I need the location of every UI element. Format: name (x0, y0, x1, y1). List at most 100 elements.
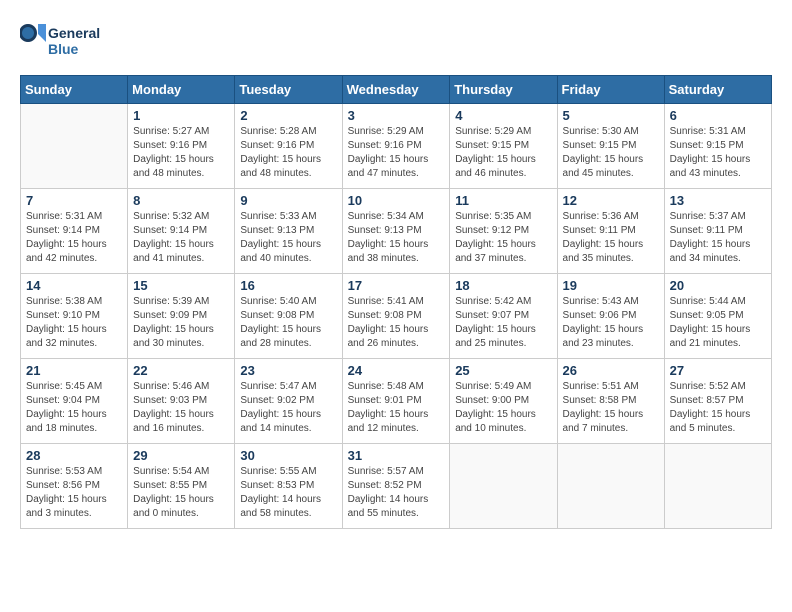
day-number: 8 (133, 193, 229, 208)
day-number: 26 (563, 363, 659, 378)
calendar-day-cell: 26 Sunrise: 5:51 AM Sunset: 8:58 PM Dayli… (557, 359, 664, 444)
calendar-day-cell: 3 Sunrise: 5:29 AM Sunset: 9:16 PM Daylig… (342, 104, 450, 189)
day-info: Sunrise: 5:32 AM Sunset: 9:14 PM Dayligh… (133, 210, 229, 266)
logo: General Blue (20, 20, 110, 65)
logo-svg: General Blue (20, 20, 110, 65)
day-info: Sunrise: 5:31 AM Sunset: 9:14 PM Dayligh… (26, 210, 122, 266)
day-info: Sunrise: 5:27 AM Sunset: 9:16 PM Dayligh… (133, 125, 229, 181)
calendar-day-header: Tuesday (235, 76, 342, 104)
calendar-day-cell: 14 Sunrise: 5:38 AM Sunset: 9:10 PM Dayli… (21, 274, 128, 359)
day-number: 23 (240, 363, 336, 378)
day-number: 28 (26, 448, 122, 463)
day-number: 21 (26, 363, 122, 378)
calendar-day-cell: 4 Sunrise: 5:29 AM Sunset: 9:15 PM Daylig… (450, 104, 557, 189)
calendar-day-header: Monday (128, 76, 235, 104)
calendar-day-cell: 29 Sunrise: 5:54 AM Sunset: 8:55 PM Dayli… (128, 444, 235, 529)
day-info: Sunrise: 5:52 AM Sunset: 8:57 PM Dayligh… (670, 380, 766, 436)
calendar-day-cell: 20 Sunrise: 5:44 AM Sunset: 9:05 PM Dayli… (664, 274, 771, 359)
day-number: 24 (348, 363, 445, 378)
day-info: Sunrise: 5:38 AM Sunset: 9:10 PM Dayligh… (26, 295, 122, 351)
calendar-day-cell: 12Sunrise: 5:36 AM Sunset: 9:11 PM Dayli… (557, 189, 664, 274)
day-info: Sunrise: 5:51 AM Sunset: 8:58 PM Dayligh… (563, 380, 659, 436)
calendar-day-cell: 11Sunrise: 5:35 AM Sunset: 9:12 PM Dayli… (450, 189, 557, 274)
day-info: Sunrise: 5:39 AM Sunset: 9:09 PM Dayligh… (133, 295, 229, 351)
day-info: Sunrise: 5:29 AM Sunset: 9:16 PM Dayligh… (348, 125, 445, 181)
day-info: Sunrise: 5:55 AM Sunset: 8:53 PM Dayligh… (240, 465, 336, 521)
calendar-day-cell (557, 444, 664, 529)
day-number: 14 (26, 278, 122, 293)
calendar-day-header: Friday (557, 76, 664, 104)
day-number: 12 (563, 193, 659, 208)
day-info: Sunrise: 5:47 AM Sunset: 9:02 PM Dayligh… (240, 380, 336, 436)
day-info: Sunrise: 5:45 AM Sunset: 9:04 PM Dayligh… (26, 380, 122, 436)
calendar-day-cell: 8 Sunrise: 5:32 AM Sunset: 9:14 PM Daylig… (128, 189, 235, 274)
day-number: 7 (26, 193, 122, 208)
calendar-day-cell: 6 Sunrise: 5:31 AM Sunset: 9:15 PM Daylig… (664, 104, 771, 189)
day-number: 19 (563, 278, 659, 293)
calendar-week-row: 21 Sunrise: 5:45 AM Sunset: 9:04 PM Dayli… (21, 359, 772, 444)
day-number: 11 (455, 193, 551, 208)
calendar-day-cell (21, 104, 128, 189)
svg-text:Blue: Blue (48, 41, 79, 57)
calendar-day-cell: 23 Sunrise: 5:47 AM Sunset: 9:02 PM Dayli… (235, 359, 342, 444)
day-number: 13 (670, 193, 766, 208)
calendar-day-cell: 16 Sunrise: 5:40 AM Sunset: 9:08 PM Dayli… (235, 274, 342, 359)
calendar-day-cell: 7 Sunrise: 5:31 AM Sunset: 9:14 PM Daylig… (21, 189, 128, 274)
calendar-day-cell: 22 Sunrise: 5:46 AM Sunset: 9:03 PM Dayli… (128, 359, 235, 444)
day-number: 20 (670, 278, 766, 293)
calendar-day-cell: 15 Sunrise: 5:39 AM Sunset: 9:09 PM Dayli… (128, 274, 235, 359)
day-number: 2 (240, 108, 336, 123)
day-info: Sunrise: 5:28 AM Sunset: 9:16 PM Dayligh… (240, 125, 336, 181)
day-info: Sunrise: 5:48 AM Sunset: 9:01 PM Dayligh… (348, 380, 445, 436)
page-header: General Blue (20, 20, 772, 65)
day-info: Sunrise: 5:40 AM Sunset: 9:08 PM Dayligh… (240, 295, 336, 351)
calendar-day-header: Wednesday (342, 76, 450, 104)
calendar-day-cell: 30Sunrise: 5:55 AM Sunset: 8:53 PM Dayli… (235, 444, 342, 529)
calendar-day-cell: 17 Sunrise: 5:41 AM Sunset: 9:08 PM Dayli… (342, 274, 450, 359)
calendar-day-cell (664, 444, 771, 529)
calendar-day-cell: 28Sunrise: 5:53 AM Sunset: 8:56 PM Dayli… (21, 444, 128, 529)
day-number: 25 (455, 363, 551, 378)
calendar-day-cell: 2 Sunrise: 5:28 AM Sunset: 9:16 PM Daylig… (235, 104, 342, 189)
svg-text:General: General (48, 25, 100, 41)
calendar-day-cell: 21 Sunrise: 5:45 AM Sunset: 9:04 PM Dayli… (21, 359, 128, 444)
calendar-week-row: 1Sunrise: 5:27 AM Sunset: 9:16 PM Daylig… (21, 104, 772, 189)
calendar-day-cell: 31Sunrise: 5:57 AM Sunset: 8:52 PM Dayli… (342, 444, 450, 529)
calendar-header-row: SundayMondayTuesdayWednesdayThursdayFrid… (21, 76, 772, 104)
day-info: Sunrise: 5:31 AM Sunset: 9:15 PM Dayligh… (670, 125, 766, 181)
day-info: Sunrise: 5:41 AM Sunset: 9:08 PM Dayligh… (348, 295, 445, 351)
day-info: Sunrise: 5:43 AM Sunset: 9:06 PM Dayligh… (563, 295, 659, 351)
day-number: 6 (670, 108, 766, 123)
day-number: 4 (455, 108, 551, 123)
day-info: Sunrise: 5:54 AM Sunset: 8:55 PM Dayligh… (133, 465, 229, 521)
calendar-day-cell: 10Sunrise: 5:34 AM Sunset: 9:13 PM Dayli… (342, 189, 450, 274)
calendar-day-cell: 1Sunrise: 5:27 AM Sunset: 9:16 PM Daylig… (128, 104, 235, 189)
day-number: 9 (240, 193, 336, 208)
calendar-week-row: 28Sunrise: 5:53 AM Sunset: 8:56 PM Dayli… (21, 444, 772, 529)
calendar-day-cell: 9 Sunrise: 5:33 AM Sunset: 9:13 PM Daylig… (235, 189, 342, 274)
day-info: Sunrise: 5:57 AM Sunset: 8:52 PM Dayligh… (348, 465, 445, 521)
day-number: 17 (348, 278, 445, 293)
calendar-day-cell: 25 Sunrise: 5:49 AM Sunset: 9:00 PM Dayli… (450, 359, 557, 444)
day-info: Sunrise: 5:49 AM Sunset: 9:00 PM Dayligh… (455, 380, 551, 436)
calendar-week-row: 14 Sunrise: 5:38 AM Sunset: 9:10 PM Dayli… (21, 274, 772, 359)
calendar-day-cell (450, 444, 557, 529)
calendar-day-cell: 18Sunrise: 5:42 AM Sunset: 9:07 PM Dayli… (450, 274, 557, 359)
calendar-day-header: Thursday (450, 76, 557, 104)
calendar-day-cell: 5Sunrise: 5:30 AM Sunset: 9:15 PM Daylig… (557, 104, 664, 189)
day-number: 27 (670, 363, 766, 378)
day-info: Sunrise: 5:29 AM Sunset: 9:15 PM Dayligh… (455, 125, 551, 181)
day-number: 5 (563, 108, 659, 123)
day-number: 3 (348, 108, 445, 123)
day-info: Sunrise: 5:46 AM Sunset: 9:03 PM Dayligh… (133, 380, 229, 436)
day-info: Sunrise: 5:44 AM Sunset: 9:05 PM Dayligh… (670, 295, 766, 351)
day-info: Sunrise: 5:33 AM Sunset: 9:13 PM Dayligh… (240, 210, 336, 266)
day-number: 15 (133, 278, 229, 293)
calendar-day-header: Saturday (664, 76, 771, 104)
calendar-day-cell: 19 Sunrise: 5:43 AM Sunset: 9:06 PM Dayli… (557, 274, 664, 359)
calendar-week-row: 7 Sunrise: 5:31 AM Sunset: 9:14 PM Daylig… (21, 189, 772, 274)
day-number: 16 (240, 278, 336, 293)
day-number: 22 (133, 363, 229, 378)
day-number: 29 (133, 448, 229, 463)
calendar-table: SundayMondayTuesdayWednesdayThursdayFrid… (20, 75, 772, 529)
